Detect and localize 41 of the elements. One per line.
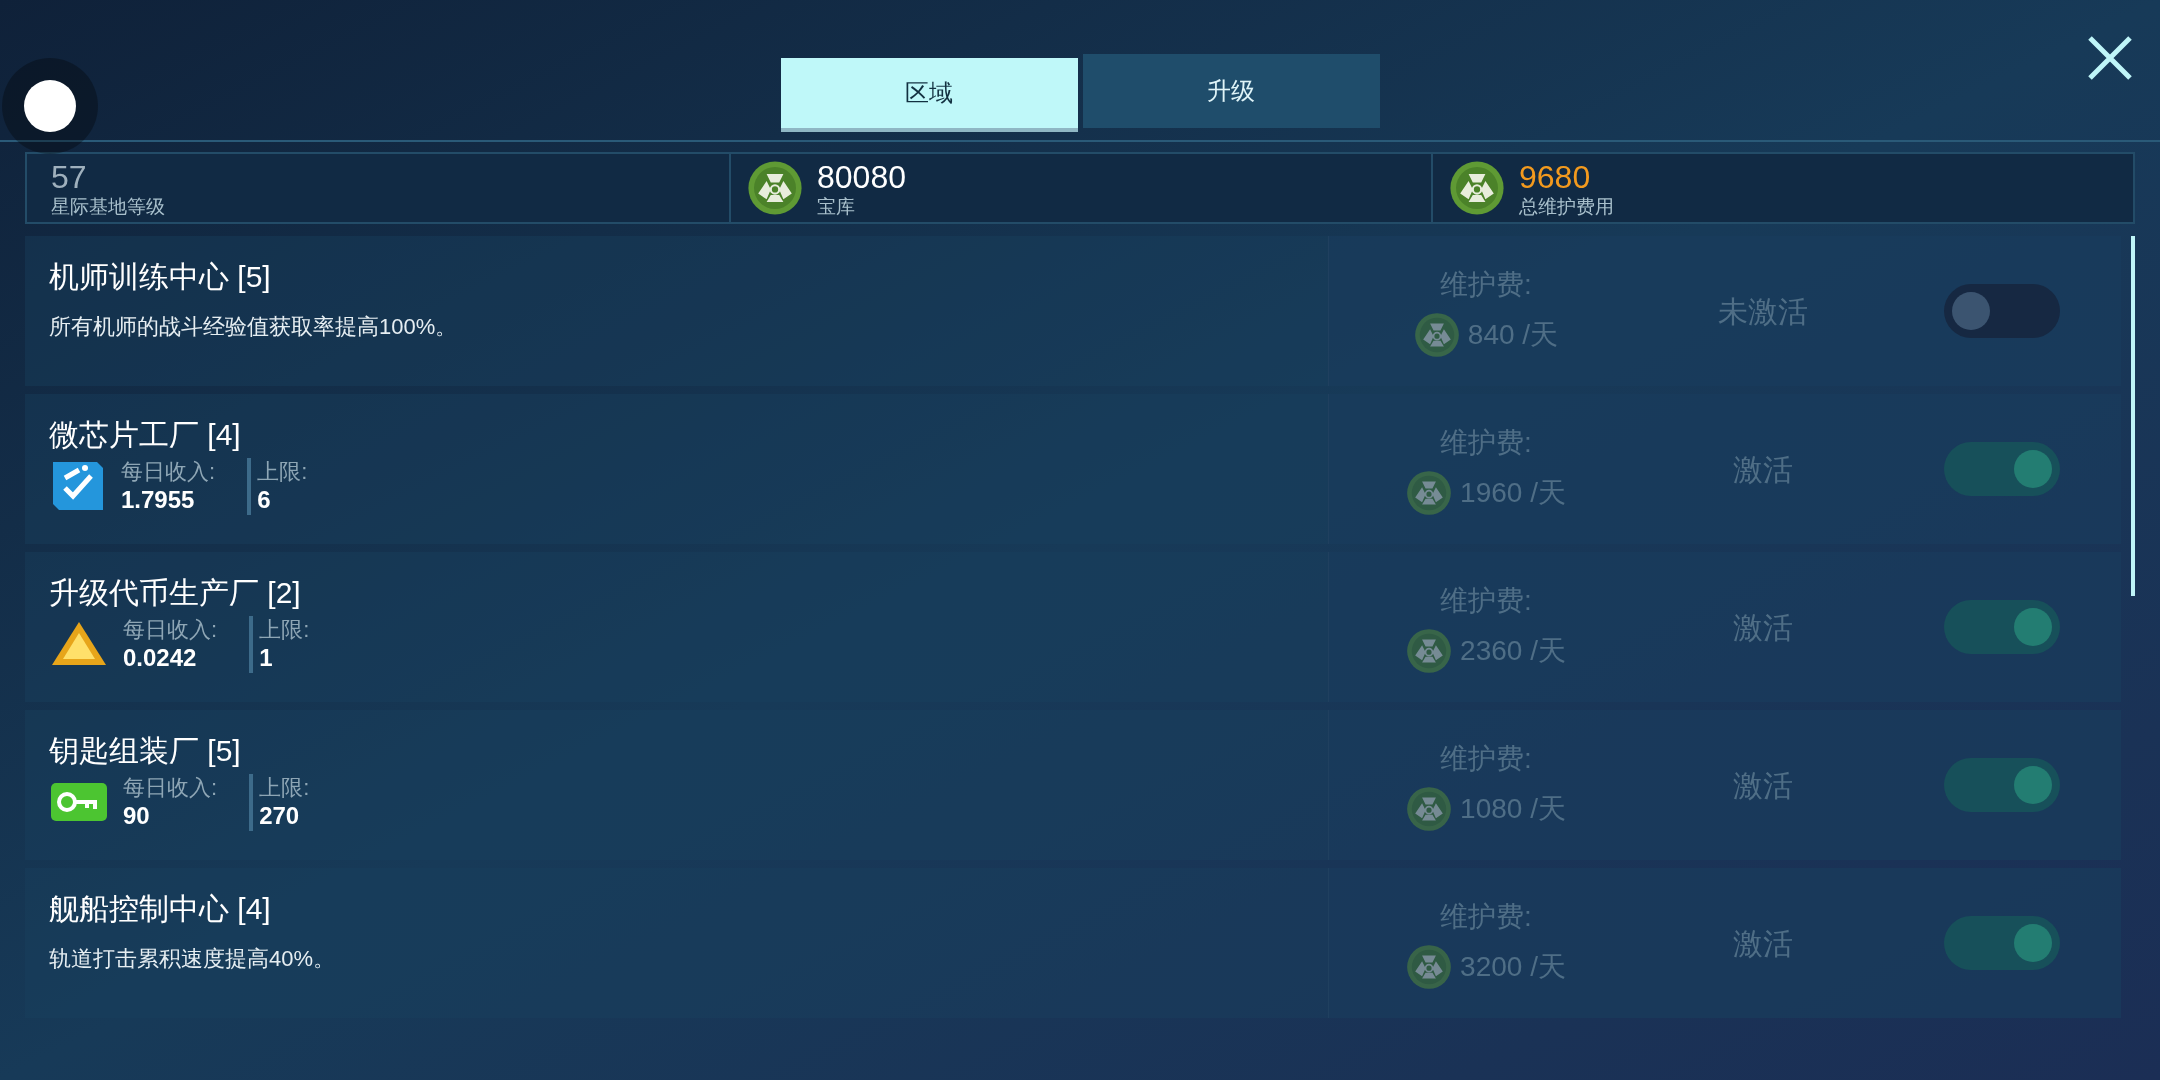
limit-label: 上限: [259,773,310,801]
toggle-switch[interactable] [1944,600,2060,654]
facility-title: 升级代币生产厂 [2] [49,575,302,611]
toggle-switch[interactable] [1944,284,2060,338]
stat-label: 星际基地等级 [51,196,165,216]
limit-value: 6 [257,485,272,515]
facility-description: 轨道打击累积速度提高40%。 [49,944,337,973]
income-label: 每日收入: [123,773,218,801]
coin-icon [747,160,803,216]
income-label: 每日收入: [123,615,218,643]
tab[interactable]: 区域 [780,58,1078,132]
stat-label: 总维护费用 [1519,196,1614,216]
scrollbar[interactable] [2131,236,2135,596]
stat-value: 80080 [817,160,906,193]
toggle-switch[interactable] [1944,442,2060,496]
income-value: 90 [123,801,151,831]
coin-icon [1406,470,1453,516]
limit-value: 270 [259,801,301,831]
coin-icon [1413,312,1460,358]
limit-value: 1 [259,643,274,673]
stat-value: 9680 [1519,160,1592,193]
tab[interactable]: 升级 [1082,54,1380,128]
income-value: 0.0242 [123,643,198,673]
facility-title: 钥匙组装厂 [5] [49,733,242,769]
stat-value: 57 [51,160,88,193]
coin-icon [1406,628,1453,674]
facility-title: 机师训练中心 [5] [49,259,272,295]
facility-description: 所有机师的战斗经验值获取率提高100%。 [49,312,459,341]
limit-label: 上限: [257,457,308,485]
facility-title: 微芯片工厂 [4] [49,417,242,453]
stat-label: 宝库 [817,196,856,216]
income-label: 每日收入: [121,457,216,485]
coin-icon [1406,944,1453,990]
toggle-switch[interactable] [1944,916,2060,970]
coin-icon [1406,786,1453,832]
close-icon [2086,34,2134,82]
toggle-switch[interactable] [1944,758,2060,812]
facility-title: 舰船控制中心 [4] [49,891,272,927]
coin-icon [1449,160,1505,216]
income-value: 1.7955 [121,485,196,515]
limit-label: 上限: [259,615,310,643]
